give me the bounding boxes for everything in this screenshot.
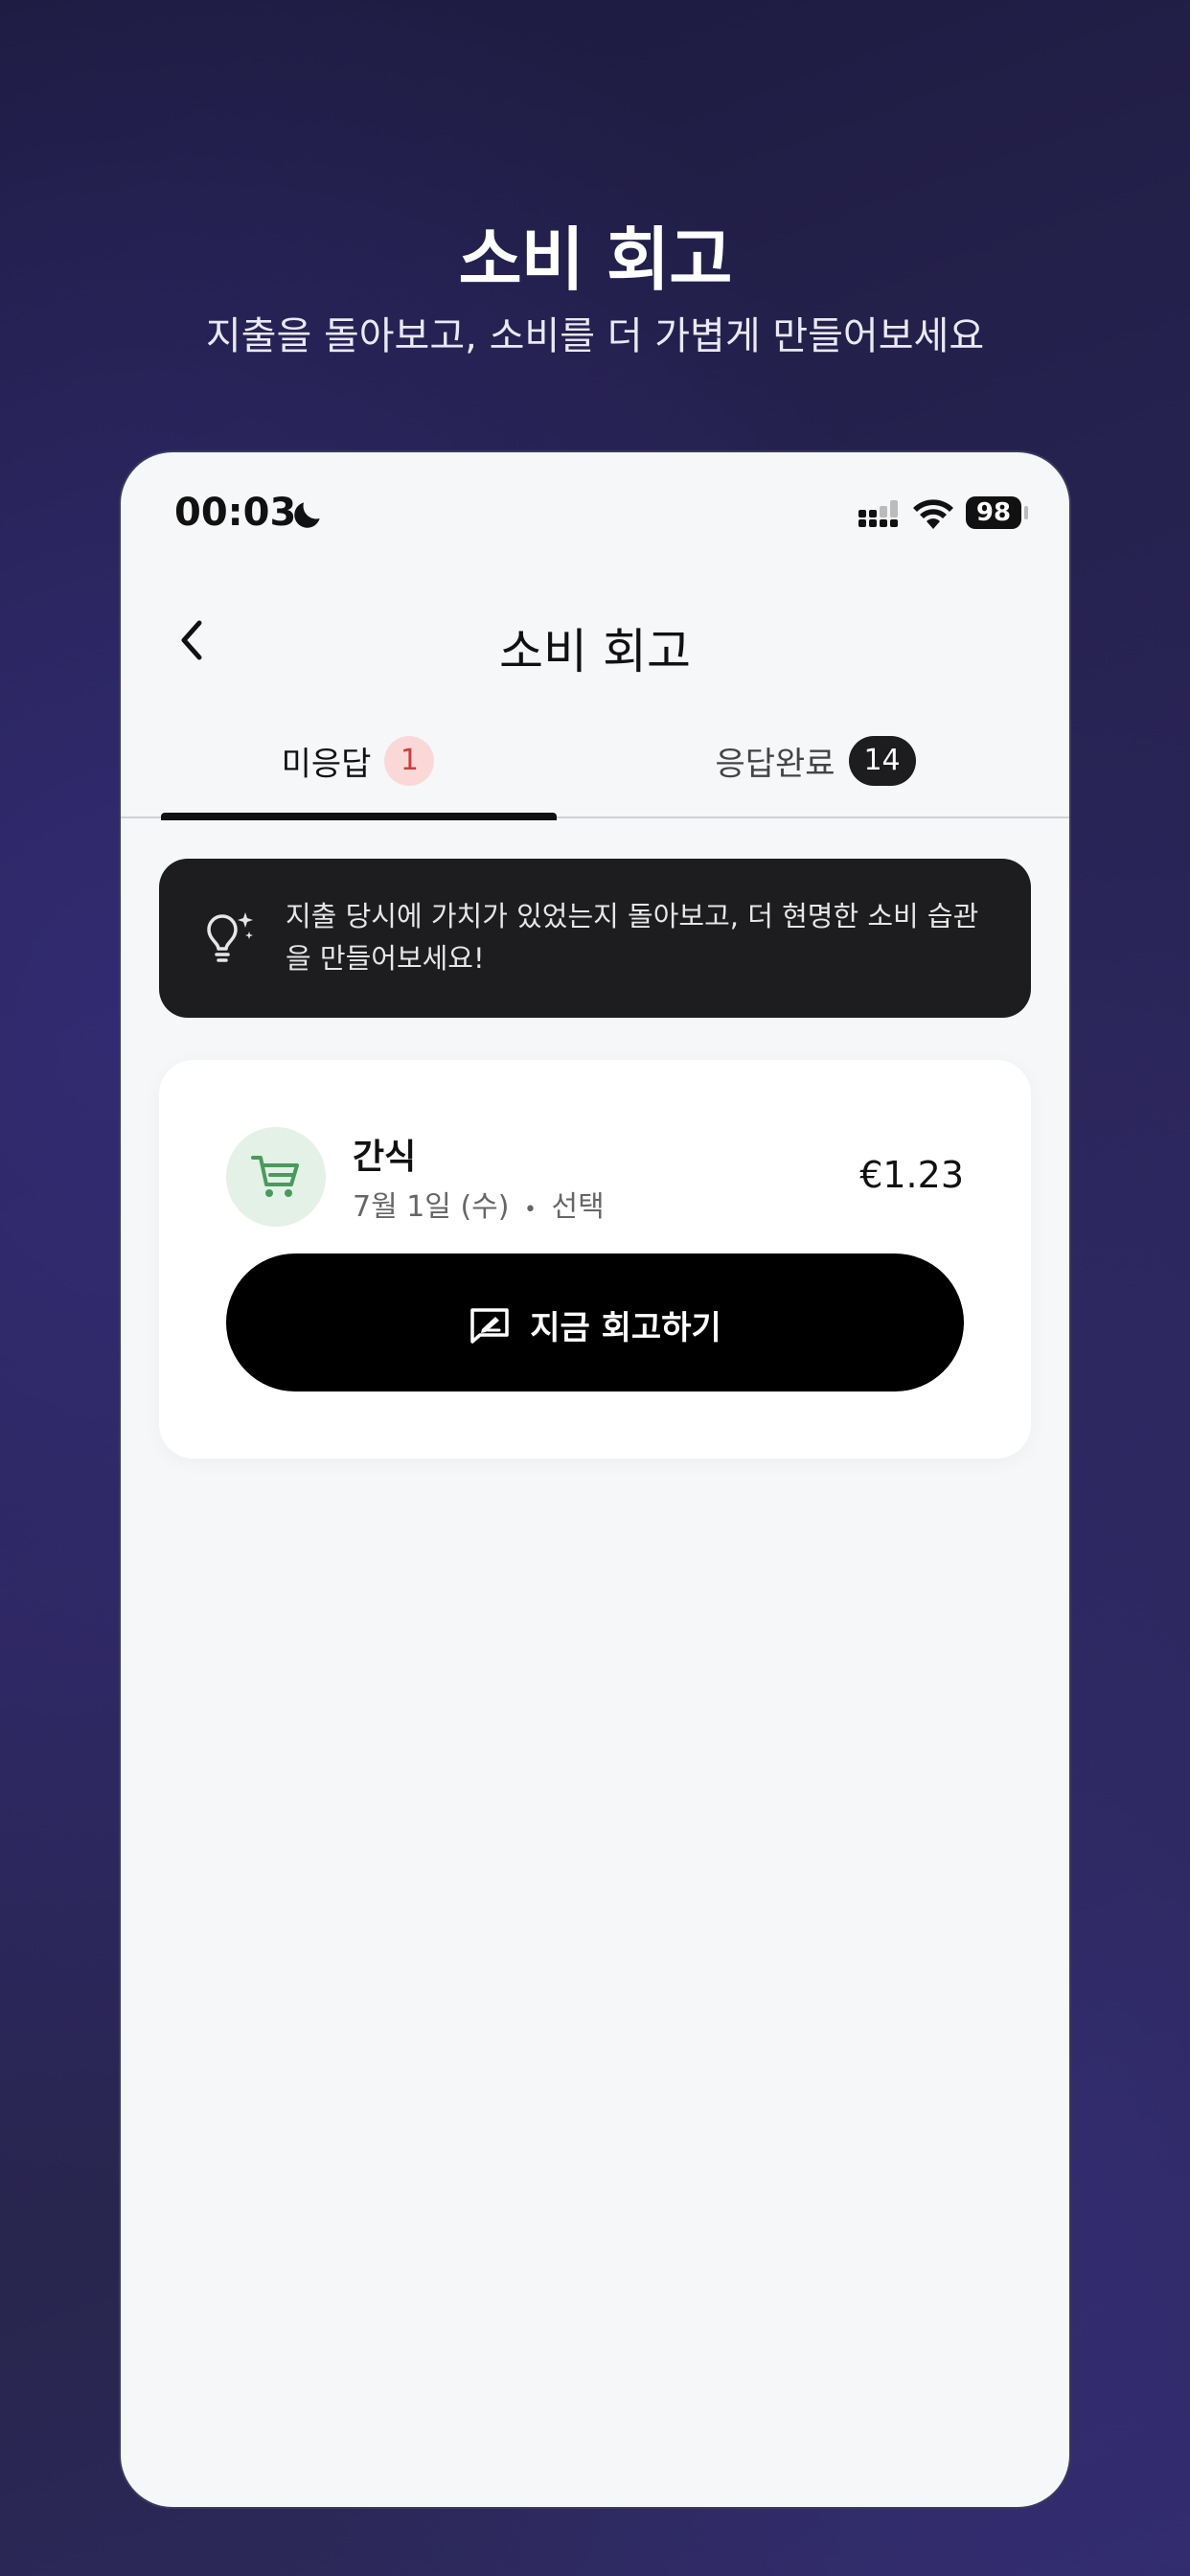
item-meta: 7월 1일 (수) • 선택	[353, 1183, 605, 1225]
status-bar: 00:03 98	[121, 452, 1069, 577]
item-title: 간식	[353, 1138, 417, 1177]
meta-separator: •	[524, 1198, 537, 1222]
battery-icon: 98	[966, 496, 1021, 529]
hero-title: 소비 회고	[458, 219, 732, 300]
lightbulb-sparkle-icon	[207, 912, 253, 962]
tip-banner: 지출 당시에 가치가 있었는지 돌아보고, 더 현명한 소비 습관을 만들어보세…	[159, 859, 1031, 1018]
count-badge: 14	[848, 736, 916, 786]
item-amount: €1.23	[859, 1154, 964, 1196]
tab-bar: 미응답 1 응답완료 14	[121, 692, 1069, 818]
tab-indicator	[161, 813, 557, 820]
hero-subtitle: 지출을 돌아보고, 소비를 더 가볍게 만들어보세요	[205, 314, 985, 358]
category-avatar	[226, 1127, 326, 1227]
battery-tip	[1024, 506, 1028, 519]
wifi-icon	[913, 499, 953, 529]
phone-frame: 00:03 98 소비 회고 미응답 1 응답완료 14 지출 당시에 가치가 …	[119, 450, 1071, 2509]
item-tag: 선택	[551, 1190, 605, 1224]
status-time: 00:03	[174, 491, 297, 535]
tab-answered[interactable]: 응답완료 14	[600, 692, 1031, 816]
nav-bar: 소비 회고	[121, 577, 1069, 692]
moon-icon	[294, 502, 320, 528]
tab-label: 응답완료	[715, 745, 835, 784]
page-title: 소비 회고	[499, 624, 691, 679]
review-button-label: 지금 회고하기	[530, 1309, 721, 1347]
cart-icon	[251, 1156, 299, 1197]
item-date: 7월 1일 (수)	[353, 1190, 510, 1224]
reflection-card: 간식 7월 1일 (수) • 선택 €1.23 지금 회고하기	[159, 1060, 1031, 1459]
review-now-button[interactable]: 지금 회고하기	[226, 1254, 964, 1392]
chat-edit-icon	[470, 1307, 509, 1344]
tab-label: 미응답	[281, 745, 372, 784]
signal-icon	[858, 500, 898, 527]
tip-text: 지출 당시에 가치가 있었는지 돌아보고, 더 현명한 소비 습관을 만들어보세…	[286, 900, 979, 975]
count-badge: 1	[384, 736, 435, 786]
tab-unanswered[interactable]: 미응답 1	[159, 692, 557, 816]
